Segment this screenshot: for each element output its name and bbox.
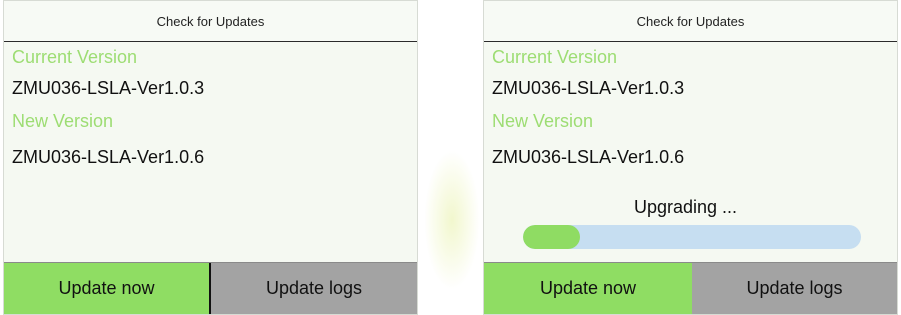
update-logs-button[interactable]: Update logs <box>211 263 417 314</box>
current-version-value: ZMU036-LSLA-Ver1.0.3 <box>12 78 205 98</box>
update-logs-button[interactable]: Update logs <box>692 263 897 314</box>
current-version-label: Current Version <box>492 47 618 67</box>
new-version-value: ZMU036-LSLA-Ver1.0.6 <box>492 147 685 167</box>
button-bar: Update now Update logs <box>484 262 897 314</box>
current-version-value: ZMU036-LSLA-Ver1.0.3 <box>492 78 685 98</box>
upgrade-status-text: Upgrading ... <box>634 197 738 217</box>
screen-title: Check for Updates <box>484 1 897 42</box>
update-now-button[interactable]: Update now <box>4 263 211 314</box>
current-version-label: Current Version <box>12 47 138 67</box>
upgrade-progress-bar <box>523 225 861 249</box>
screen-title: Check for Updates <box>4 1 417 42</box>
update-now-button[interactable]: Update now <box>484 263 692 314</box>
update-screen-idle: Check for Updates Current Version ZMU036… <box>3 0 418 315</box>
new-version-value: ZMU036-LSLA-Ver1.0.6 <box>12 147 205 167</box>
new-version-label: New Version <box>492 111 594 131</box>
background-watermark <box>424 150 480 290</box>
update-screen-upgrading: Check for Updates Current Version ZMU036… <box>483 0 898 315</box>
button-bar: Update now Update logs <box>4 262 417 314</box>
new-version-label: New Version <box>12 111 114 131</box>
upgrade-progress-fill <box>523 225 581 249</box>
